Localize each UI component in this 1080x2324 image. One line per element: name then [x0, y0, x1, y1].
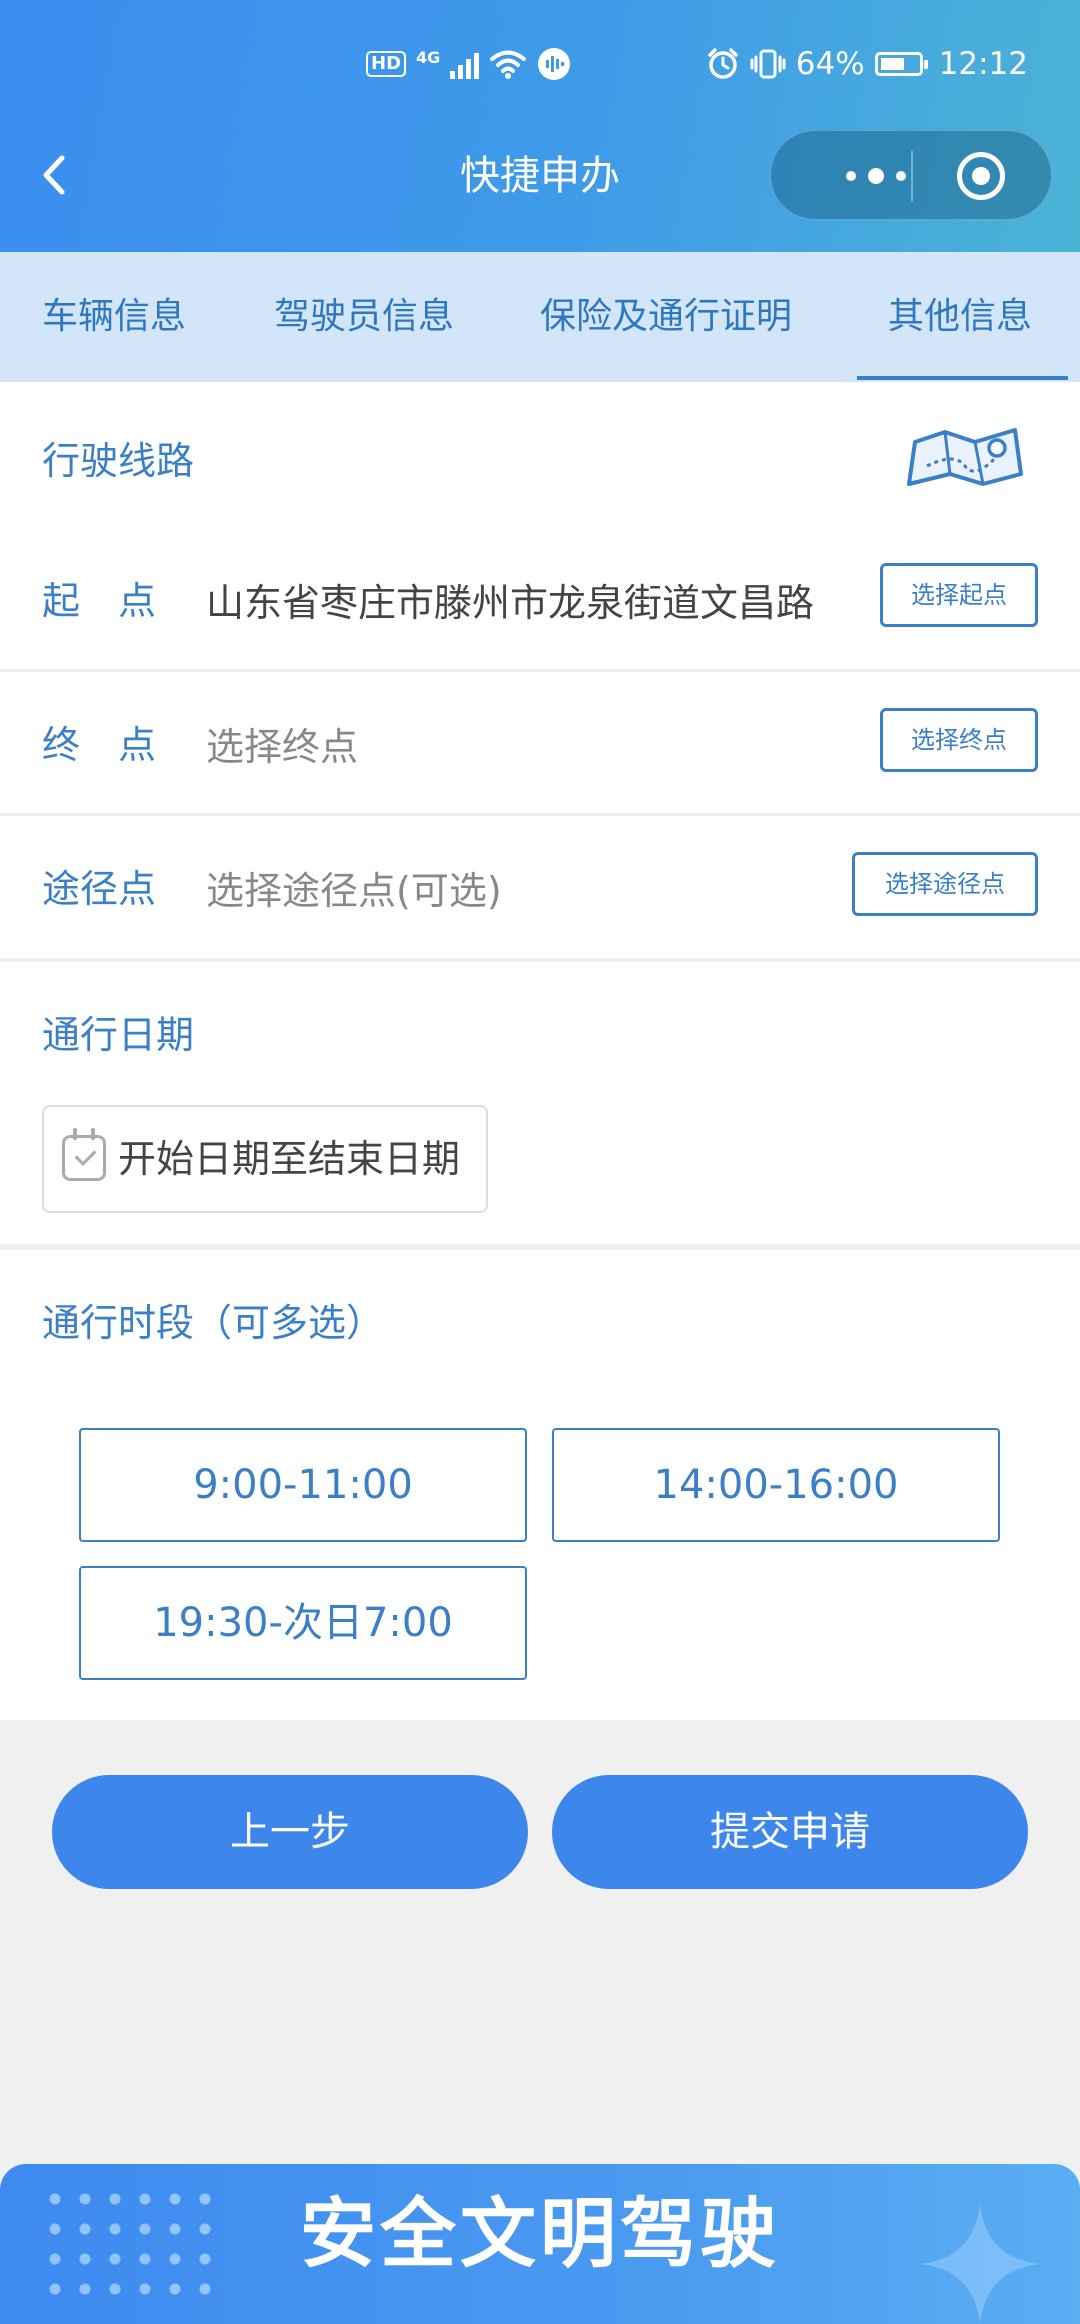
- clock: 12:12: [938, 46, 1028, 82]
- battery-icon: [874, 52, 928, 76]
- network-type: 4G: [416, 47, 441, 67]
- wifi-icon: [490, 50, 527, 79]
- signal-icon: [450, 49, 480, 79]
- promo-banner[interactable]: 安全文明驾驶: [0, 2164, 1080, 2324]
- close-mini-program-icon[interactable]: [957, 152, 1005, 200]
- battery-percent: 64%: [795, 46, 865, 82]
- waypoint-input[interactable]: 选择途径点(可选): [206, 860, 806, 915]
- route-section-title: 行驶线路: [42, 439, 195, 483]
- date-range-placeholder: 开始日期至结束日期: [118, 1137, 461, 1181]
- capsule-divider: [911, 151, 913, 201]
- mini-program-capsule: [770, 130, 1052, 220]
- end-point-label: 终 点: [42, 723, 157, 767]
- waypoint-label: 途径点: [42, 867, 157, 911]
- vibrate-icon: [750, 49, 786, 79]
- row-divider: [0, 813, 1080, 816]
- tab-bar: 车辆信息 驾驶员信息 保险及通行证明 其他信息: [0, 252, 1080, 382]
- tab-other-info[interactable]: 其他信息: [888, 252, 1032, 382]
- tab-driver-info[interactable]: 驾驶员信息: [274, 252, 454, 382]
- alarm-icon: [708, 48, 738, 79]
- banner-text: 安全文明驾驶: [300, 2189, 780, 2278]
- date-range-picker[interactable]: 开始日期至结束日期: [42, 1105, 488, 1213]
- hd-icon: HD: [366, 51, 407, 77]
- submit-application-button[interactable]: 提交申请: [552, 1775, 1028, 1889]
- route-panel: 行驶线路 起 点 山东省枣庄市滕州市龙泉街道文昌路 选择起点 终 点 选择终点 …: [0, 382, 1080, 958]
- status-left: HD 4G: [366, 44, 571, 84]
- previous-step-button[interactable]: 上一步: [52, 1775, 528, 1889]
- date-section-title: 通行日期: [42, 1013, 195, 1057]
- select-start-button[interactable]: 选择起点: [880, 563, 1038, 627]
- app-header: HD 4G 64% 12:12 快捷申办: [0, 0, 1080, 252]
- status-bar: HD 4G 64% 12:12: [0, 0, 1080, 130]
- row-divider: [0, 669, 1080, 672]
- end-point-input[interactable]: 选择终点: [206, 716, 806, 771]
- select-waypoint-button[interactable]: 选择途径点: [852, 852, 1038, 916]
- tab-insurance-permit[interactable]: 保险及通行证明: [540, 252, 792, 382]
- time-slot-option[interactable]: 19:30-次日7:00: [79, 1566, 527, 1680]
- status-right: 64% 12:12: [706, 40, 1028, 88]
- calendar-icon: [62, 1128, 106, 1181]
- map-icon: [907, 428, 1023, 486]
- start-point-label: 起 点: [42, 579, 157, 623]
- tab-vehicle-info[interactable]: 车辆信息: [42, 252, 186, 382]
- active-tab-indicator: [857, 376, 1068, 380]
- start-point-value[interactable]: 山东省枣庄市滕州市龙泉街道文昌路: [206, 572, 856, 627]
- time-slot-section-title: 通行时段（可多选）: [42, 1301, 385, 1345]
- time-slot-option[interactable]: 9:00-11:00: [79, 1428, 527, 1542]
- time-slot-option[interactable]: 14:00-16:00: [552, 1428, 1000, 1542]
- battery-level: [880, 58, 904, 70]
- select-end-button[interactable]: 选择终点: [880, 708, 1038, 772]
- sound-wave-icon: [538, 48, 571, 80]
- nav-bar: 快捷申办: [0, 120, 1080, 232]
- more-icon[interactable]: [811, 131, 941, 221]
- sparkle-icon: [920, 2204, 1040, 2324]
